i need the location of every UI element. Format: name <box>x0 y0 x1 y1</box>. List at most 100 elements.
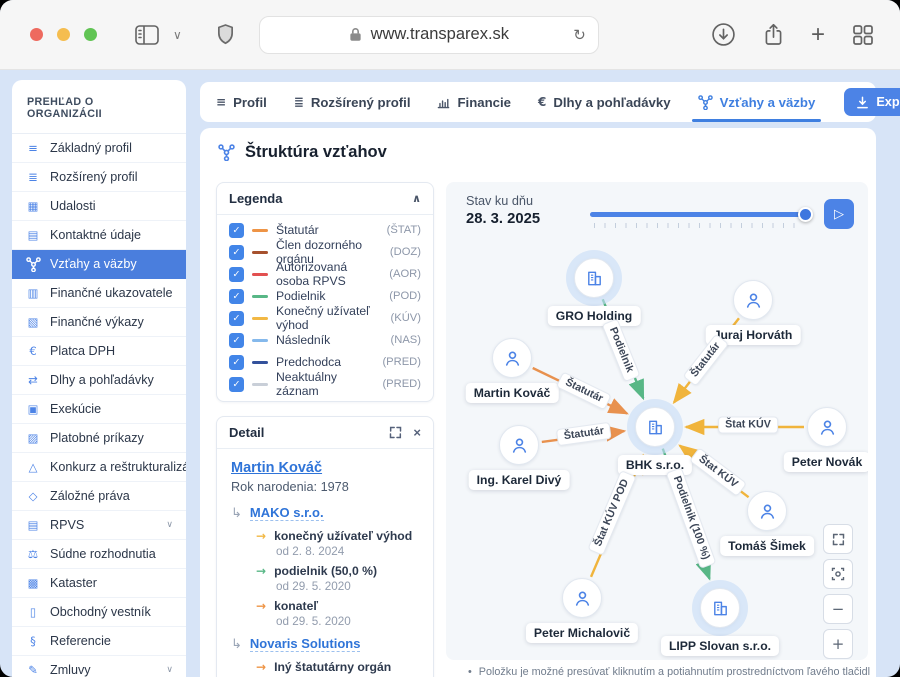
graph-node-label[interactable]: Ing. Karel Divý <box>469 470 570 490</box>
sidebar-item-zmluvy[interactable]: ✎ Zmluvy ∨ <box>12 656 186 677</box>
zoom-window-button[interactable] <box>84 28 97 41</box>
sidebar-item-platca-dph[interactable]: € Platca DPH <box>12 337 186 366</box>
relation-list: →konečný užívateľ výhod od 2. 8. 2024 →p… <box>256 529 419 628</box>
tab-dlhy-a-pohladavky[interactable]: € Dlhy a pohľadávky <box>538 82 671 122</box>
graph-node-bhk[interactable] <box>635 407 675 447</box>
legend-label: Autorizovaná osoba RPVS <box>276 260 381 288</box>
sidebar-item-label: Platca DPH <box>50 344 115 358</box>
graph-node-juraj[interactable] <box>733 280 773 320</box>
zoom-out-button[interactable]: − <box>823 594 853 624</box>
chevron-down-icon[interactable]: ∨ <box>173 28 182 42</box>
url-text: www.transparex.sk <box>371 25 509 44</box>
export-button[interactable]: Exportovať <box>844 88 900 116</box>
sidebar-item-rpvs[interactable]: ▤ RPVS ∨ <box>12 511 186 540</box>
sidebar-item-financne-ukazovatele[interactable]: ▥ Finančné ukazovatele <box>12 279 186 308</box>
legend-line-swatch <box>252 361 268 364</box>
sidebar-item-zalozne-prava[interactable]: ◇ Záložné práva <box>12 482 186 511</box>
tab-financie[interactable]: Financie <box>437 82 511 122</box>
checkbox-checked-icon[interactable]: ✓ <box>229 267 244 282</box>
graph-node-label[interactable]: Tomáš Šimek <box>720 536 814 556</box>
sidebar: PREHĽAD O ORGANIZÁCII ≡ Základný profil … <box>12 80 186 677</box>
checkbox-checked-icon[interactable]: ✓ <box>229 355 244 370</box>
legend-panel: Legenda ∧ ✓ Štatutár (ŠTAT) ✓ Člen dozor… <box>216 182 434 402</box>
graph-node-novak[interactable] <box>807 407 847 447</box>
list-plus-icon: ≣ <box>25 170 41 184</box>
collapse-chevron-icon[interactable]: ∧ <box>412 192 421 205</box>
fullscreen-button[interactable] <box>823 524 853 554</box>
legend-label: Štatutár <box>276 223 319 237</box>
sidebar-item-label: Konkurz a reštrukturalizácia <box>50 460 186 474</box>
sidebar-item-rozsireny-profil[interactable]: ≣ Rozšírený profil <box>12 163 186 192</box>
graph-node-label[interactable]: Peter Novák <box>784 452 868 472</box>
checkbox-checked-icon[interactable]: ✓ <box>229 289 244 304</box>
checkbox-checked-icon[interactable]: ✓ <box>229 377 244 392</box>
sidebar-item-financne-vykazy[interactable]: ▧ Finančné výkazy <box>12 308 186 337</box>
graph-node-martin[interactable] <box>492 338 532 378</box>
browser-chrome: ∨ www.transparex.sk ↻ + <box>0 0 900 70</box>
downloads-icon[interactable] <box>711 22 736 47</box>
sidebar-item-exekucie[interactable]: ▣ Exekúcie <box>12 395 186 424</box>
person-icon <box>818 418 837 437</box>
sidebar-item-obchodny-vestnik[interactable]: ▯ Obchodný vestník <box>12 598 186 627</box>
relation-item: →podielnik (50,0 %) od 29. 5. 2020 <box>256 564 419 593</box>
share-icon[interactable] <box>763 22 784 47</box>
sidebar-item-platobne-prikazy[interactable]: ▨ Platobné príkazy <box>12 424 186 453</box>
minimize-window-button[interactable] <box>57 28 70 41</box>
sidebar-item-vztahy-a-vazby[interactable]: Vzťahy a väzby <box>12 250 186 279</box>
sidebar-toggle-icon[interactable] <box>135 25 159 45</box>
bar-chart-icon <box>437 96 450 109</box>
graph-node-label[interactable]: Martin Kováč <box>466 383 559 403</box>
privacy-shield-icon[interactable] <box>216 23 235 46</box>
relation-arrow-icon: → <box>256 599 266 613</box>
graph-node-michalovic[interactable] <box>562 578 602 618</box>
graph-node-label[interactable]: GRO Holding <box>548 306 641 326</box>
company-link[interactable]: Novaris Solutions <box>250 636 361 652</box>
tab-vztahy-a-vazby[interactable]: Vzťahy a väzby <box>698 82 816 122</box>
sidebar-item-dlhy-a-pohladavky[interactable]: ⇄ Dlhy a pohľadávky <box>12 366 186 395</box>
relation-item: →Iný štatutárny orgán od 15. 12. 2019 <box>256 660 419 677</box>
sidebar-item-label: Obchodný vestník <box>50 605 151 619</box>
relation-item: →konateľ od 29. 5. 2020 <box>256 599 419 628</box>
sidebar-item-konkurz-a-restrukturalizacia[interactable]: △ Konkurz a reštrukturalizácia <box>12 453 186 482</box>
sidebar-item-kataster[interactable]: ▩ Kataster <box>12 569 186 598</box>
close-window-button[interactable] <box>30 28 43 41</box>
zoom-in-button[interactable]: + <box>823 629 853 659</box>
detail-birth-year: Rok narodenia: 1978 <box>231 480 419 494</box>
sidebar-item-udalosti[interactable]: ▦ Udalosti <box>12 192 186 221</box>
graph-node-simek[interactable] <box>747 491 787 531</box>
close-icon[interactable]: × <box>413 426 421 439</box>
graph-node-karel[interactable] <box>499 425 539 465</box>
checkbox-checked-icon[interactable]: ✓ <box>229 333 244 348</box>
new-tab-icon[interactable]: + <box>811 23 825 47</box>
expand-icon[interactable] <box>389 426 402 439</box>
tab-label: Profil <box>233 95 267 110</box>
main-content: Štruktúra vzťahov Legenda ∧ ✓ Štatutár (… <box>200 128 876 677</box>
sidebar-item-zakladny-profil[interactable]: ≡ Základný profil <box>12 134 186 163</box>
legend-tag: (POD) <box>389 290 421 302</box>
center-view-button[interactable] <box>823 559 853 589</box>
tab-rozsireny-profil[interactable]: ≣ Rozšírený profil <box>294 82 411 122</box>
graph-node-label[interactable]: LIPP Slovan s.r.o. <box>661 636 779 656</box>
graph-node-label[interactable]: Peter Michalovič <box>526 623 638 643</box>
checkbox-checked-icon[interactable]: ✓ <box>229 311 244 326</box>
tab-overview-icon[interactable] <box>852 24 874 46</box>
detail-person-link[interactable]: Martin Kováč <box>231 460 322 476</box>
reload-icon[interactable]: ↻ <box>573 26 586 44</box>
legend-line-swatch <box>252 273 268 276</box>
download-icon <box>856 96 869 109</box>
checkbox-checked-icon[interactable]: ✓ <box>229 245 244 260</box>
legend-line-swatch <box>252 295 268 298</box>
graph-node-gro[interactable] <box>574 258 614 298</box>
tab-profil[interactable]: ≡ Profil <box>216 82 267 122</box>
branch-arrow-icon: ↳ <box>231 506 242 521</box>
legend-label: Podielnik <box>276 289 325 303</box>
person-icon <box>758 502 777 521</box>
sidebar-item-label: Základný profil <box>50 141 132 155</box>
address-bar[interactable]: www.transparex.sk ↻ <box>259 16 599 54</box>
company-link[interactable]: MAKO s.r.o. <box>250 505 324 521</box>
checkbox-checked-icon[interactable]: ✓ <box>229 223 244 238</box>
sidebar-item-referencie[interactable]: § Referencie <box>12 627 186 656</box>
graph-node-lipp[interactable] <box>700 588 740 628</box>
sidebar-item-sudne-rozhodnutia[interactable]: ⚖ Súdne rozhodnutia <box>12 540 186 569</box>
sidebar-item-kontaktne-udaje[interactable]: ▤ Kontaktné údaje <box>12 221 186 250</box>
